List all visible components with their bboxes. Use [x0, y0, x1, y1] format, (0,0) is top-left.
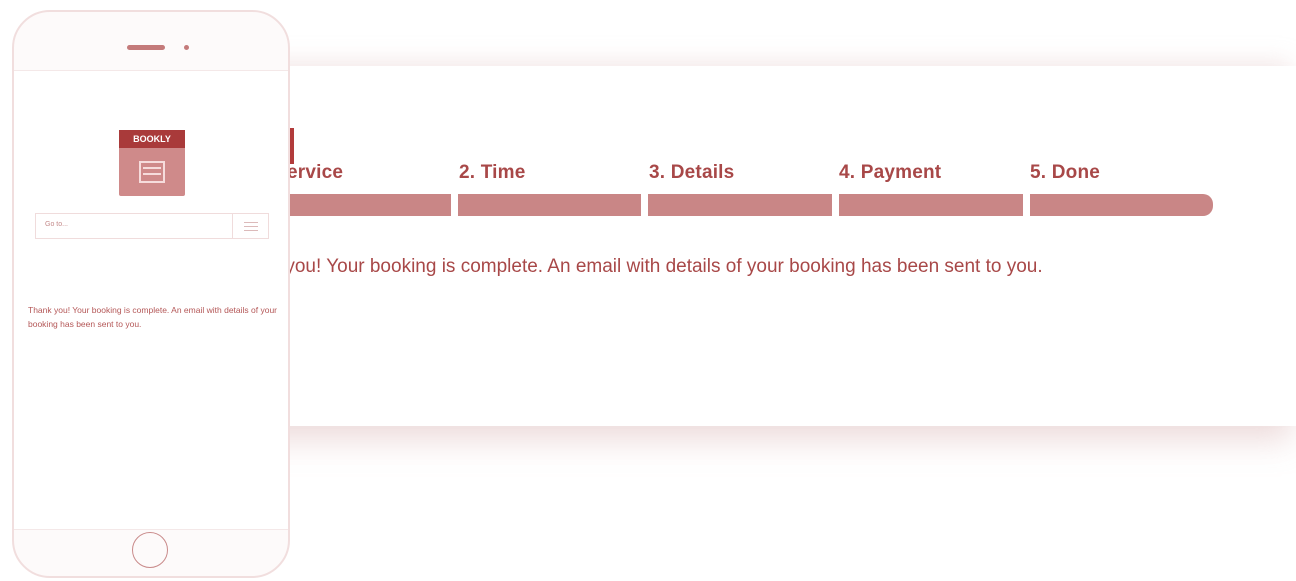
booking-complete-message: nk you! Your booking is complete. An ema…: [260, 256, 1043, 277]
step-label-payment: 4. Payment: [839, 162, 942, 183]
step-label-done: 5. Done: [1030, 162, 1101, 183]
bookly-logo: BOOKLY: [119, 130, 185, 196]
goto-placeholder: Go to...: [45, 221, 68, 228]
phone-mockup: BOOKLY Go to... Thank you! Your booking …: [12, 10, 290, 578]
mobile-booking-complete-message: Thank you! Your booking is complete. An …: [28, 305, 278, 329]
home-button-icon[interactable]: [132, 532, 168, 568]
step-label-service: ervice: [287, 162, 344, 183]
step-progress-service: [286, 194, 451, 216]
phone-speaker: [127, 45, 165, 50]
step-progress-details: [648, 194, 832, 216]
step-progress-time: [458, 194, 641, 216]
booking-form-card: ervice 2. Time 3. Details 4. Payment 5. …: [230, 66, 1296, 426]
step-label-details: 3. Details: [649, 162, 735, 183]
goto-select[interactable]: Go to...: [35, 213, 269, 239]
calendar-icon: [139, 161, 165, 183]
menu-icon[interactable]: [232, 214, 268, 238]
phone-camera: [184, 45, 189, 50]
step-label-time: 2. Time: [459, 162, 526, 183]
step-progress-payment: [839, 194, 1023, 216]
logo-text: BOOKLY: [119, 130, 185, 148]
step-progress-done: [1030, 194, 1213, 216]
step-marker: [290, 128, 294, 164]
